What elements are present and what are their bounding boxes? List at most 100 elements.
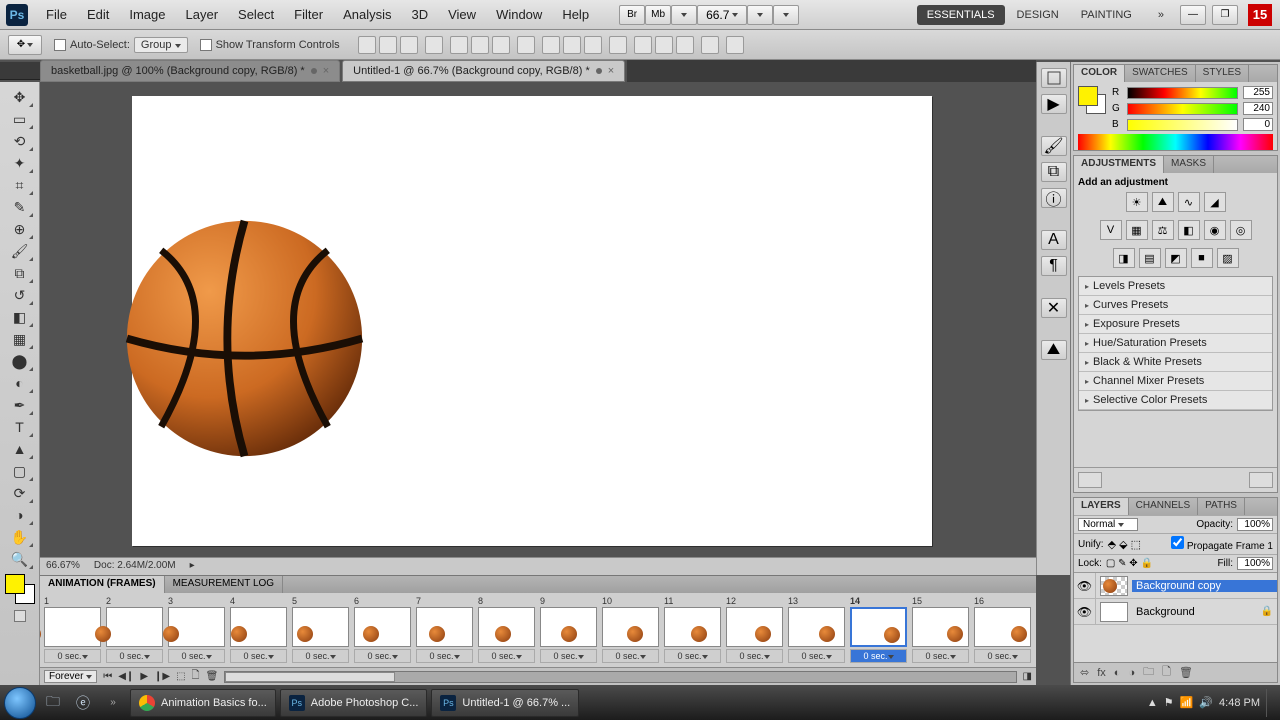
start-button[interactable] bbox=[4, 687, 36, 719]
color-balance-icon[interactable]: ⚖ bbox=[1152, 220, 1174, 240]
g-slider[interactable] bbox=[1127, 103, 1238, 115]
b-value-input[interactable]: 0 bbox=[1243, 118, 1273, 131]
stamp-tool[interactable]: ⧉ bbox=[6, 262, 34, 284]
reset-icon[interactable] bbox=[1078, 472, 1102, 488]
zoom-tool[interactable]: 🔍 bbox=[6, 548, 34, 570]
fx-icon[interactable]: fx bbox=[1097, 667, 1106, 679]
selective-color-icon[interactable]: ▨ bbox=[1217, 248, 1239, 268]
align-right-icon[interactable] bbox=[492, 36, 510, 54]
frame-delay-dropdown[interactable]: 0 sec. bbox=[44, 649, 101, 663]
brightness-icon[interactable]: ☀ bbox=[1126, 192, 1148, 212]
tab-styles[interactable]: STYLES bbox=[1196, 65, 1249, 82]
dodge-tool[interactable]: ◐ bbox=[6, 372, 34, 394]
document-tab[interactable]: basketball.jpg @ 100% (Background copy, … bbox=[40, 60, 340, 82]
align-top-icon[interactable] bbox=[358, 36, 376, 54]
menu-select[interactable]: Select bbox=[228, 4, 284, 25]
rectangle-tool[interactable]: ▢ bbox=[6, 460, 34, 482]
adj-layer-icon[interactable]: ◑ bbox=[1128, 667, 1135, 679]
tween-icon[interactable]: ⬚ bbox=[176, 671, 185, 682]
preset-item[interactable]: Levels Presets bbox=[1079, 277, 1272, 296]
eyedropper-tool[interactable]: ✎ bbox=[6, 196, 34, 218]
frame-delay-dropdown[interactable]: 0 sec. bbox=[912, 649, 969, 663]
move-tool-icon[interactable]: ✥ bbox=[8, 35, 42, 55]
opacity-input[interactable]: 100% bbox=[1237, 518, 1273, 531]
frame-delay-dropdown[interactable]: 0 sec. bbox=[602, 649, 659, 663]
preset-item[interactable]: Curves Presets bbox=[1079, 296, 1272, 315]
loop-dropdown[interactable]: Forever bbox=[44, 670, 97, 683]
auto-select-mode-dropdown[interactable]: Group bbox=[134, 37, 188, 53]
close-tab-icon[interactable]: × bbox=[323, 65, 329, 77]
minibridge-icon[interactable]: Mb bbox=[645, 5, 671, 25]
animation-frame[interactable]: 10 sec. bbox=[42, 595, 103, 665]
arrange-docs-icon[interactable] bbox=[747, 5, 773, 25]
exposure-icon[interactable]: ◢ bbox=[1204, 192, 1226, 212]
status-flyout-icon[interactable]: ▸ bbox=[190, 560, 195, 573]
heal-tool[interactable]: ⊕ bbox=[6, 218, 34, 240]
bw-icon[interactable]: ◧ bbox=[1178, 220, 1200, 240]
animation-frame[interactable]: 90 sec. bbox=[538, 595, 599, 665]
vibrance-icon[interactable]: V bbox=[1100, 220, 1122, 240]
clone-panel-icon[interactable]: ⧉ bbox=[1041, 162, 1067, 182]
animation-frame[interactable]: 100 sec. bbox=[600, 595, 661, 665]
frame-delay-dropdown[interactable]: 0 sec. bbox=[788, 649, 845, 663]
brush-tool[interactable]: 🖌 bbox=[6, 240, 34, 262]
tab-measurement-log[interactable]: MEASUREMENT LOG bbox=[165, 576, 284, 593]
frame-delay-dropdown[interactable]: 0 sec. bbox=[974, 649, 1031, 663]
toggle-icon[interactable] bbox=[1249, 472, 1273, 488]
3d-rotate-tool[interactable]: ⟳ bbox=[6, 482, 34, 504]
auto-select-checkbox[interactable]: Auto-Select: Group bbox=[54, 37, 188, 53]
link-layers-icon[interactable]: ⬄ bbox=[1080, 666, 1089, 679]
animation-frame[interactable]: 120 sec. bbox=[724, 595, 785, 665]
animation-frame[interactable]: 80 sec. bbox=[476, 595, 537, 665]
tray-flag-icon[interactable]: ⚑ bbox=[1164, 696, 1174, 709]
taskbar-app[interactable]: PsUntitled-1 @ 66.7% ... bbox=[431, 689, 579, 717]
distribute-top-icon[interactable] bbox=[542, 36, 560, 54]
minimize-window-icon[interactable]: — bbox=[1180, 5, 1206, 25]
first-frame-icon[interactable]: ⏮ bbox=[103, 671, 112, 682]
layer-name-label[interactable]: Background bbox=[1132, 606, 1261, 618]
tray-network-icon[interactable]: 📶 bbox=[1180, 696, 1194, 709]
play-icon[interactable]: ▶ bbox=[140, 671, 148, 682]
frame-delay-dropdown[interactable]: 0 sec. bbox=[106, 649, 163, 663]
animation-frame[interactable]: 60 sec. bbox=[352, 595, 413, 665]
character-panel-icon[interactable]: A bbox=[1041, 230, 1067, 250]
new-layer-icon[interactable]: 🗋 bbox=[1162, 663, 1171, 682]
frame-delay-dropdown[interactable]: 0 sec. bbox=[478, 649, 535, 663]
propagate-checkbox[interactable] bbox=[1171, 536, 1184, 549]
history-brush-tool[interactable]: ↺ bbox=[6, 284, 34, 306]
tool-presets-icon[interactable]: ✕ bbox=[1041, 298, 1067, 318]
b-slider[interactable] bbox=[1127, 119, 1238, 131]
frame-delay-dropdown[interactable]: 0 sec. bbox=[354, 649, 411, 663]
show-desktop-button[interactable] bbox=[1266, 689, 1276, 717]
3d-orbit-tool[interactable]: ◑ bbox=[6, 504, 34, 526]
animation-frame[interactable]: 130 sec. bbox=[786, 595, 847, 665]
align-left-icon[interactable] bbox=[450, 36, 468, 54]
menu-edit[interactable]: Edit bbox=[77, 4, 119, 25]
prev-frame-icon[interactable]: ◀❙ bbox=[118, 671, 134, 682]
crop-tool[interactable]: ⌗ bbox=[6, 174, 34, 196]
panel-color-swatch[interactable] bbox=[1078, 86, 1106, 114]
gradient-tool[interactable]: ▦ bbox=[6, 328, 34, 350]
tray-expand-icon[interactable]: ▲ bbox=[1147, 697, 1158, 709]
tab-channels[interactable]: CHANNELS bbox=[1129, 498, 1198, 515]
menu-3d[interactable]: 3D bbox=[401, 4, 438, 25]
convert-timeline-icon[interactable]: ◨ bbox=[1023, 671, 1032, 682]
layer-row[interactable]: 👁Background🔒 bbox=[1074, 599, 1277, 625]
animation-frame[interactable]: 50 sec. bbox=[290, 595, 351, 665]
align-vcenter-icon[interactable] bbox=[379, 36, 397, 54]
channel-mixer-icon[interactable]: ◎ bbox=[1230, 220, 1252, 240]
distribute-right-icon[interactable] bbox=[676, 36, 694, 54]
hue-sat-icon[interactable]: ▦ bbox=[1126, 220, 1148, 240]
layer-row[interactable]: 👁Background copy bbox=[1074, 573, 1277, 599]
frame-delay-dropdown[interactable]: 0 sec. bbox=[416, 649, 473, 663]
frame-delay-dropdown[interactable]: 0 sec. bbox=[850, 649, 907, 663]
menu-layer[interactable]: Layer bbox=[176, 4, 229, 25]
frame-delay-dropdown[interactable]: 0 sec. bbox=[168, 649, 225, 663]
tray-volume-icon[interactable]: 🔊 bbox=[1199, 696, 1213, 709]
menu-image[interactable]: Image bbox=[119, 4, 175, 25]
actions-panel-icon[interactable]: ▶ bbox=[1041, 94, 1067, 114]
workspace-design[interactable]: DESIGN bbox=[1007, 5, 1069, 25]
animation-frame[interactable]: 150 sec. bbox=[910, 595, 971, 665]
duplicate-frame-icon[interactable]: 🗋 bbox=[192, 668, 200, 685]
tab-swatches[interactable]: SWATCHES bbox=[1125, 65, 1196, 82]
